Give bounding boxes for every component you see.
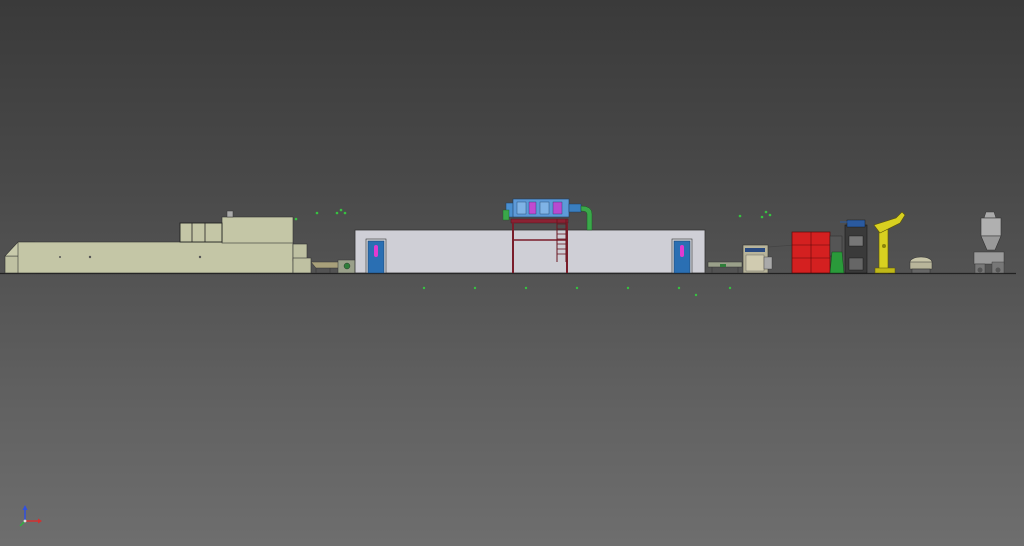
- tunnel-oven[interactable]: [4, 210, 312, 274]
- spiral-mixer[interactable]: [791, 231, 845, 274]
- bowl-lift[interactable]: [873, 211, 906, 274]
- factory-layout-drawing: [0, 198, 1016, 527]
- clean-room[interactable]: [354, 229, 706, 274]
- transfer-conveyor-right[interactable]: [707, 261, 743, 273]
- transfer-conveyor-left[interactable]: [310, 259, 357, 274]
- xyz-axis-icon: [19, 505, 42, 527]
- air-handling-unit[interactable]: [502, 198, 593, 231]
- silo-feeder[interactable]: [973, 211, 1005, 274]
- cad-viewport[interactable]: [0, 0, 1024, 546]
- clean-room-door-left[interactable]: [365, 238, 387, 274]
- mixing-bowl[interactable]: [909, 256, 933, 274]
- clean-room-door-right[interactable]: [671, 238, 693, 274]
- dough-hopper[interactable]: [840, 219, 868, 274]
- divider-rounder[interactable]: [742, 244, 796, 274]
